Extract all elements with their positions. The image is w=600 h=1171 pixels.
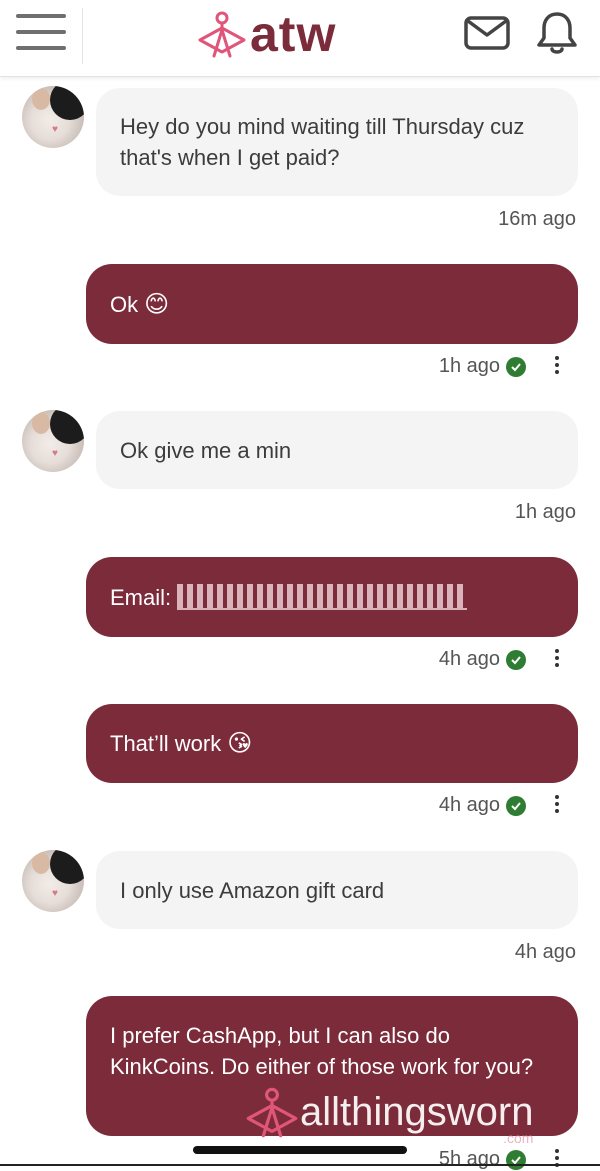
message-bubble-incoming: Hey do you mind waiting till Thursday cu…	[96, 88, 578, 196]
hanger-logo-icon	[198, 11, 246, 58]
message-text: I prefer CashApp, but I can also do Kink…	[110, 1023, 534, 1079]
smiling-emoji: 😊	[144, 290, 170, 318]
avatar[interactable]: ♥	[22, 850, 84, 912]
message-status: 5h ago	[439, 1148, 526, 1171]
app-header: atw	[0, 0, 600, 77]
email-label: Email:	[110, 584, 172, 610]
read-check-icon	[506, 356, 526, 377]
message-bubble-incoming: Ok give me a min	[96, 411, 578, 489]
message-timestamp: 1h ago	[514, 501, 576, 523]
message-bubble-outgoing: That’ll work 😘	[86, 704, 578, 783]
message-bubble-outgoing: Email:	[86, 557, 578, 637]
header-divider	[82, 8, 83, 64]
message-text: Hey do you mind waiting till Thursday cu…	[120, 114, 525, 170]
more-options-icon[interactable]	[554, 356, 560, 378]
message-text: Ok give me a min	[120, 437, 292, 463]
hamburger-icon[interactable]	[16, 14, 66, 54]
read-check-icon	[506, 649, 526, 670]
message-bubble-outgoing: Ok 😊	[86, 264, 578, 344]
message-timestamp: 5h ago	[438, 1148, 500, 1170]
message-bubble-incoming: I only use Amazon gift card	[96, 851, 578, 929]
message-timestamp: 4h ago	[438, 648, 500, 670]
hanger-watermark-icon	[246, 1087, 298, 1138]
message-status: 1h ago	[439, 355, 526, 378]
message-timestamp: 16m ago	[498, 208, 576, 230]
avatar[interactable]: ♥	[22, 410, 84, 472]
message-timestamp: 4h ago	[514, 941, 576, 963]
kiss-emoji: 😘	[227, 730, 253, 757]
bell-icon[interactable]	[536, 10, 578, 56]
redacted-email	[177, 584, 468, 610]
message-text: Ok	[110, 291, 139, 317]
logo[interactable]: atw	[196, 4, 336, 64]
message-text: I only use Amazon gift card	[120, 877, 385, 903]
watermark: allthingsworn .com	[244, 1084, 534, 1146]
more-options-icon[interactable]	[554, 1149, 560, 1171]
watermark-sub: .com	[503, 1130, 534, 1146]
message-timestamp: 4h ago	[438, 794, 500, 816]
home-indicator[interactable]	[193, 1146, 407, 1154]
logo-text: atw	[250, 6, 337, 62]
read-check-icon	[506, 1149, 526, 1170]
read-check-icon	[506, 795, 526, 816]
message-status: 4h ago	[439, 648, 526, 671]
more-options-icon[interactable]	[554, 649, 560, 671]
message-text: That’ll work	[110, 731, 222, 756]
more-options-icon[interactable]	[554, 795, 560, 817]
message-status: 4h ago	[439, 794, 526, 817]
envelope-icon[interactable]	[464, 16, 510, 50]
avatar[interactable]: ♥	[22, 86, 84, 148]
watermark-text: allthingsworn	[300, 1089, 534, 1134]
message-timestamp: 1h ago	[438, 355, 500, 377]
